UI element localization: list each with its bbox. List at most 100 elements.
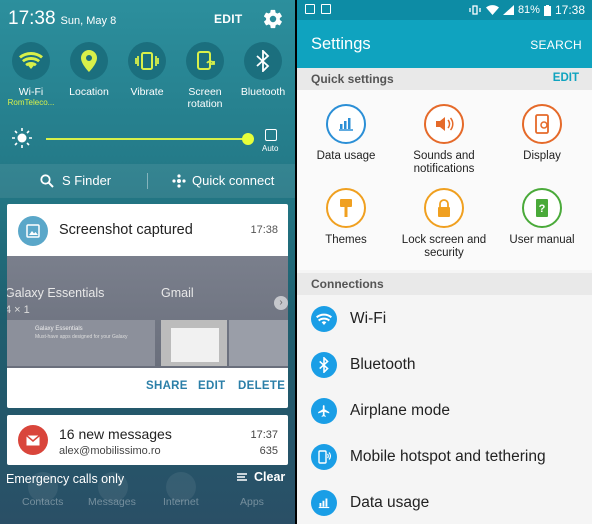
quick-settings-row: Wi-Fi RomTeleco... Location Vibrate Scre… (0, 42, 295, 116)
auto-brightness-checkbox[interactable] (265, 129, 277, 141)
edit-button[interactable]: EDIT (198, 380, 225, 392)
app-bar: Settings SEARCH (297, 20, 592, 68)
display-icon (522, 104, 562, 144)
finder-bar: S Finder Quick connect (0, 164, 295, 198)
panel-footer: Contacts Messages Internet Apps Emergenc… (0, 470, 295, 524)
qs-label: Vibrate (130, 86, 164, 98)
grid-item-sounds[interactable]: Sounds and notifications (395, 104, 493, 176)
share-button[interactable]: SHARE (146, 380, 188, 392)
book-icon: ? (522, 188, 562, 228)
brightness-control: Auto (0, 126, 295, 156)
preview-widget-size: 4 × 1 (7, 304, 30, 316)
list-item-label: Bluetooth (350, 356, 416, 373)
s-finder-button[interactable]: S Finder (40, 173, 111, 188)
section-title: Quick settings (311, 72, 394, 86)
grid-item-label: Sounds and notifications (413, 150, 475, 175)
preview-widget-title: Galaxy Essentials (35, 326, 83, 332)
preview-widget-label: Gmail (161, 286, 194, 300)
qs-bluetooth[interactable]: Bluetooth (234, 42, 292, 98)
wifi-icon (311, 306, 337, 332)
list-item-mobile-hotspot[interactable]: Mobile hotspot and tethering (297, 434, 592, 480)
clock-time: 17:38 (8, 8, 56, 29)
search-button[interactable]: SEARCH (530, 38, 582, 52)
speaker-icon (424, 104, 464, 144)
panel-edit-button[interactable]: EDIT (214, 12, 243, 26)
signal-icon (502, 5, 514, 15)
screenshot-notification[interactable]: Screenshot captured 17:38 Galaxy Essenti… (7, 204, 288, 408)
qs-label: Wi-Fi (18, 86, 44, 98)
dock-label: Apps (240, 496, 264, 508)
emergency-calls-label: Emergency calls only (6, 472, 125, 486)
gear-icon[interactable] (262, 8, 284, 30)
grid-item-label: Lock screen and security (401, 234, 487, 259)
delete-button[interactable]: DELETE (238, 380, 285, 392)
rotation-icon (186, 42, 224, 80)
hotspot-icon (311, 444, 337, 470)
auto-brightness-label: Auto (262, 144, 279, 153)
list-item-data-usage[interactable]: Data usage (297, 480, 592, 524)
notification-time: 17:37 (250, 429, 278, 441)
quick-settings-header: Quick settings EDIT (297, 68, 592, 90)
qs-label: Location (69, 86, 109, 98)
airplane-icon (311, 398, 337, 424)
location-icon (70, 42, 108, 80)
grid-item-lock-screen[interactable]: Lock screen and security (395, 188, 493, 260)
data-usage-icon (326, 104, 366, 144)
qs-wifi[interactable]: Wi-Fi RomTeleco... (2, 42, 60, 108)
chevron-right-icon: › (274, 296, 288, 310)
quick-connect-button[interactable]: Quick connect (172, 173, 274, 188)
grid-item-label: Display (523, 150, 561, 162)
notification-count: 635 (259, 445, 278, 457)
dock-label: Contacts (22, 496, 64, 508)
section-title: Connections (311, 277, 384, 291)
gmail-notification[interactable]: 16 new messages alex@mobilissimo.ro 17:3… (7, 415, 288, 465)
gmail-icon (18, 425, 48, 455)
status-time: 17:38 (554, 3, 585, 17)
clear-label: Clear (254, 470, 286, 484)
quick-settings-edit-button[interactable]: EDIT (553, 72, 579, 84)
svg-text:?: ? (539, 203, 546, 215)
clear-button[interactable]: Clear (236, 470, 285, 484)
grid-item-data-usage[interactable]: Data usage (297, 104, 395, 163)
wifi-status-icon (485, 5, 499, 15)
notification-account: alex@mobilissimo.ro (59, 445, 161, 457)
list-item-label: Mobile hotspot and tethering (350, 448, 546, 465)
brightness-slider-knob[interactable] (242, 133, 254, 145)
list-item-wifi[interactable]: Wi-Fi (297, 296, 592, 342)
grid-item-label: User manual (509, 234, 575, 246)
connections-header: Connections (297, 273, 592, 295)
preview-widget-label: Galaxy Essentials (7, 286, 105, 300)
divider (147, 173, 148, 189)
grid-item-display[interactable]: Display (493, 104, 591, 163)
list-item-label: Airplane mode (350, 402, 450, 419)
search-icon (40, 173, 54, 188)
grid-item-user-manual[interactable]: ? User manual (493, 188, 591, 247)
list-item-label: Data usage (350, 494, 430, 511)
image-icon (18, 216, 48, 246)
quick-settings-grid: Data usage Sounds and notifications Disp… (297, 90, 592, 270)
list-item-label: Wi-Fi (350, 310, 387, 327)
notification-panel: 17:38 Sun, May 8 EDIT Wi-Fi RomTeleco...… (0, 0, 295, 524)
screenshot-preview[interactable]: Galaxy Essentials 4 × 1 Gmail Galaxy Ess… (7, 256, 288, 368)
qs-screen-rotation[interactable]: Screen rotation (176, 42, 234, 110)
list-item-bluetooth[interactable]: Bluetooth (297, 342, 592, 388)
grid-item-themes[interactable]: Themes (297, 188, 395, 247)
clock-date: Sun, May 8 (60, 15, 117, 27)
status-bar: 81% 17:38 (297, 0, 592, 20)
notification-actions: SHARE EDIT DELETE (7, 380, 288, 400)
list-item-airplane-mode[interactable]: Airplane mode (297, 388, 592, 434)
gallery-status-icon (321, 4, 331, 14)
dock-label: Messages (88, 496, 136, 508)
mute-icon (469, 5, 481, 15)
grid-item-label: Themes (325, 234, 367, 246)
brightness-icon (12, 128, 32, 148)
brightness-slider[interactable] (46, 138, 248, 140)
qs-label: Bluetooth (240, 86, 286, 98)
paint-brush-icon (326, 188, 366, 228)
bluetooth-icon (311, 352, 337, 378)
s-finder-label: S Finder (62, 173, 112, 188)
dock-label: Internet (163, 496, 199, 508)
qs-vibrate[interactable]: Vibrate (118, 42, 176, 98)
qs-location[interactable]: Location (60, 42, 118, 98)
quick-connect-icon (172, 173, 186, 188)
